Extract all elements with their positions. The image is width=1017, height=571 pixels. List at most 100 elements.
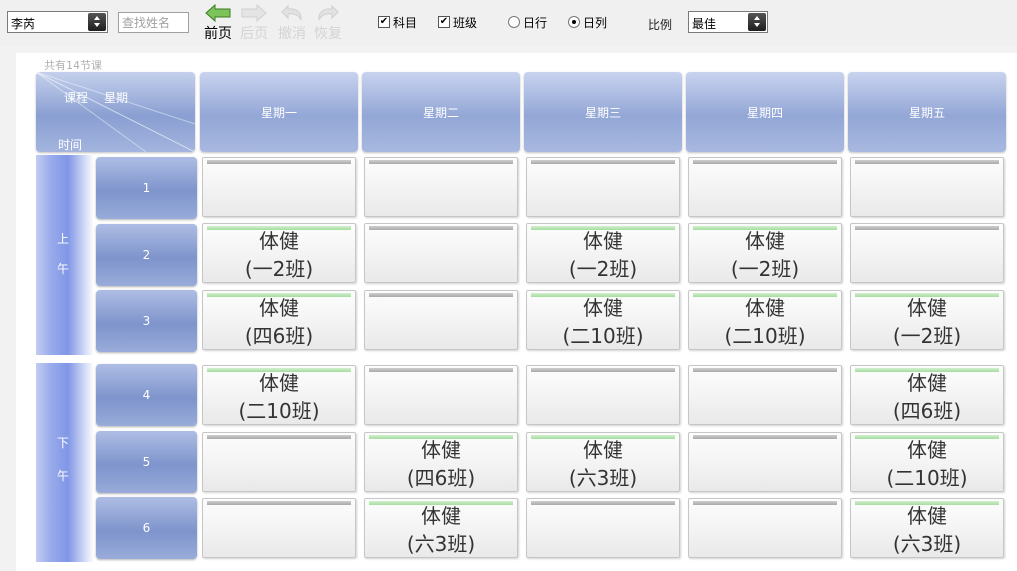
prev-page-button[interactable]: 前页 xyxy=(198,4,238,46)
empty-cell[interactable] xyxy=(364,157,518,217)
arrow-left-icon xyxy=(205,4,231,22)
next-page-button[interactable]: 后页 xyxy=(234,4,274,46)
halfday-label: 下午 xyxy=(56,436,69,483)
cell-top-bar xyxy=(693,160,837,164)
lesson-subject: 体健 xyxy=(745,229,785,253)
cell-top-bar xyxy=(855,160,999,164)
lesson-subject: 体健 xyxy=(583,229,623,253)
corner-weekday-label: 星期 xyxy=(104,91,129,105)
lesson-cell[interactable]: 体健 (四6班) xyxy=(850,365,1004,425)
search-name-input[interactable] xyxy=(118,12,189,33)
lesson-subject: 体健 xyxy=(259,229,299,253)
arrow-right-icon xyxy=(241,4,267,22)
lesson-class: (六3班) xyxy=(406,532,476,556)
lesson-subject: 体健 xyxy=(583,296,623,320)
empty-cell[interactable] xyxy=(688,365,842,425)
lesson-class: (四6班) xyxy=(892,399,962,423)
lesson-cell[interactable]: 体健 (六3班) xyxy=(526,432,680,492)
period-header: 4 xyxy=(96,364,197,426)
radio-unselected-icon[interactable] xyxy=(508,16,520,28)
lesson-cell[interactable]: 体健 (二10班) xyxy=(526,290,680,350)
checkbox-checked-icon[interactable]: ✔ xyxy=(378,16,390,28)
lesson-cell[interactable]: 体健 (一2班) xyxy=(202,223,356,283)
empty-cell[interactable] xyxy=(364,290,518,350)
lesson-subject: 体健 xyxy=(259,371,299,395)
lesson-cell[interactable]: 体健 (二10班) xyxy=(850,432,1004,492)
select-arrows-icon[interactable] xyxy=(88,13,106,31)
lesson-cell[interactable]: 体健 (六3班) xyxy=(850,498,1004,558)
empty-cell[interactable] xyxy=(364,365,518,425)
empty-cell[interactable] xyxy=(202,157,356,217)
empty-cell[interactable] xyxy=(202,498,356,558)
corner-time-label: 时间 xyxy=(58,138,83,152)
lesson-subject: 体健 xyxy=(907,371,947,395)
lesson-cell[interactable]: 体健 (二10班) xyxy=(202,365,356,425)
cell-top-bar xyxy=(531,368,675,372)
empty-cell[interactable] xyxy=(850,223,1004,283)
empty-cell[interactable] xyxy=(850,157,1004,217)
empty-cell[interactable] xyxy=(526,157,680,217)
day-column-radio[interactable]: 日列 xyxy=(568,14,607,30)
empty-cell[interactable] xyxy=(688,432,842,492)
lesson-class: (二10班) xyxy=(238,399,320,423)
checkbox-checked-icon[interactable]: ✔ xyxy=(438,16,450,28)
day-row-radio[interactable]: 日行 xyxy=(508,14,547,30)
radio-selected-icon[interactable] xyxy=(568,16,580,28)
period-header: 5 xyxy=(96,431,197,493)
lesson-class: (二10班) xyxy=(724,324,806,348)
day-header: 星期一 xyxy=(200,72,358,152)
empty-cell[interactable] xyxy=(526,498,680,558)
lesson-cell[interactable]: 体健 (四6班) xyxy=(202,290,356,350)
redo-label: 恢复 xyxy=(314,26,342,42)
lesson-cell[interactable]: 体健 (二10班) xyxy=(688,290,842,350)
cell-top-bar xyxy=(207,501,351,505)
teacher-select[interactable]: 李芮 xyxy=(7,11,108,33)
undo-button[interactable]: 撤消 xyxy=(272,4,312,46)
empty-cell[interactable] xyxy=(202,432,356,492)
lesson-class: (一2班) xyxy=(568,257,638,281)
period-header: 6 xyxy=(96,497,197,559)
lesson-cell[interactable]: 体健 (一2班) xyxy=(526,223,680,283)
lesson-subject: 体健 xyxy=(583,438,623,462)
ratio-label: 比例 xyxy=(648,18,673,32)
lesson-cell[interactable]: 体健 (一2班) xyxy=(850,290,1004,350)
empty-cell[interactable] xyxy=(688,157,842,217)
cell-top-bar xyxy=(369,293,513,297)
lesson-class: (一2班) xyxy=(244,257,314,281)
undo-icon xyxy=(281,4,302,21)
lesson-subject: 体健 xyxy=(907,504,947,528)
cell-top-bar xyxy=(369,226,513,230)
lesson-cell[interactable]: 体健 (一2班) xyxy=(688,223,842,283)
day-column-label: 日列 xyxy=(583,15,608,30)
show-subject-checkbox[interactable]: ✔ 科目 xyxy=(378,14,417,30)
select-arrows-icon[interactable] xyxy=(748,13,766,31)
lesson-class: (一2班) xyxy=(892,324,962,348)
lesson-class: (六3班) xyxy=(568,466,638,490)
ratio-select[interactable]: 最佳 xyxy=(688,11,768,33)
halfday-label: 上午 xyxy=(56,232,69,276)
show-class-label: 班级 xyxy=(453,15,478,30)
lesson-class: (六3班) xyxy=(892,532,962,556)
lesson-class: (四6班) xyxy=(244,324,314,348)
show-class-checkbox[interactable]: ✔ 班级 xyxy=(438,14,477,30)
period-header: 1 xyxy=(96,157,197,219)
halfday-header: 下午 xyxy=(36,363,94,562)
lesson-class: (二10班) xyxy=(562,324,644,348)
redo-button[interactable]: 恢复 xyxy=(308,4,348,46)
empty-cell[interactable] xyxy=(364,223,518,283)
prev-page-label: 前页 xyxy=(204,26,232,42)
cell-top-bar xyxy=(855,226,999,230)
lesson-cell[interactable]: 体健 (四6班) xyxy=(364,432,518,492)
lesson-class: (四6班) xyxy=(406,466,476,490)
lesson-subject: 体健 xyxy=(259,296,299,320)
corner-course-label: 课程 xyxy=(64,91,89,105)
lesson-cell[interactable]: 体健 (六3班) xyxy=(364,498,518,558)
cell-top-bar xyxy=(369,368,513,372)
lesson-class: (二10班) xyxy=(886,466,968,490)
cell-top-bar xyxy=(693,435,837,439)
empty-cell[interactable] xyxy=(688,498,842,558)
day-header: 星期二 xyxy=(362,72,520,152)
corner-header: 课程 星期 时间 xyxy=(36,72,195,152)
cell-top-bar xyxy=(531,160,675,164)
empty-cell[interactable] xyxy=(526,365,680,425)
